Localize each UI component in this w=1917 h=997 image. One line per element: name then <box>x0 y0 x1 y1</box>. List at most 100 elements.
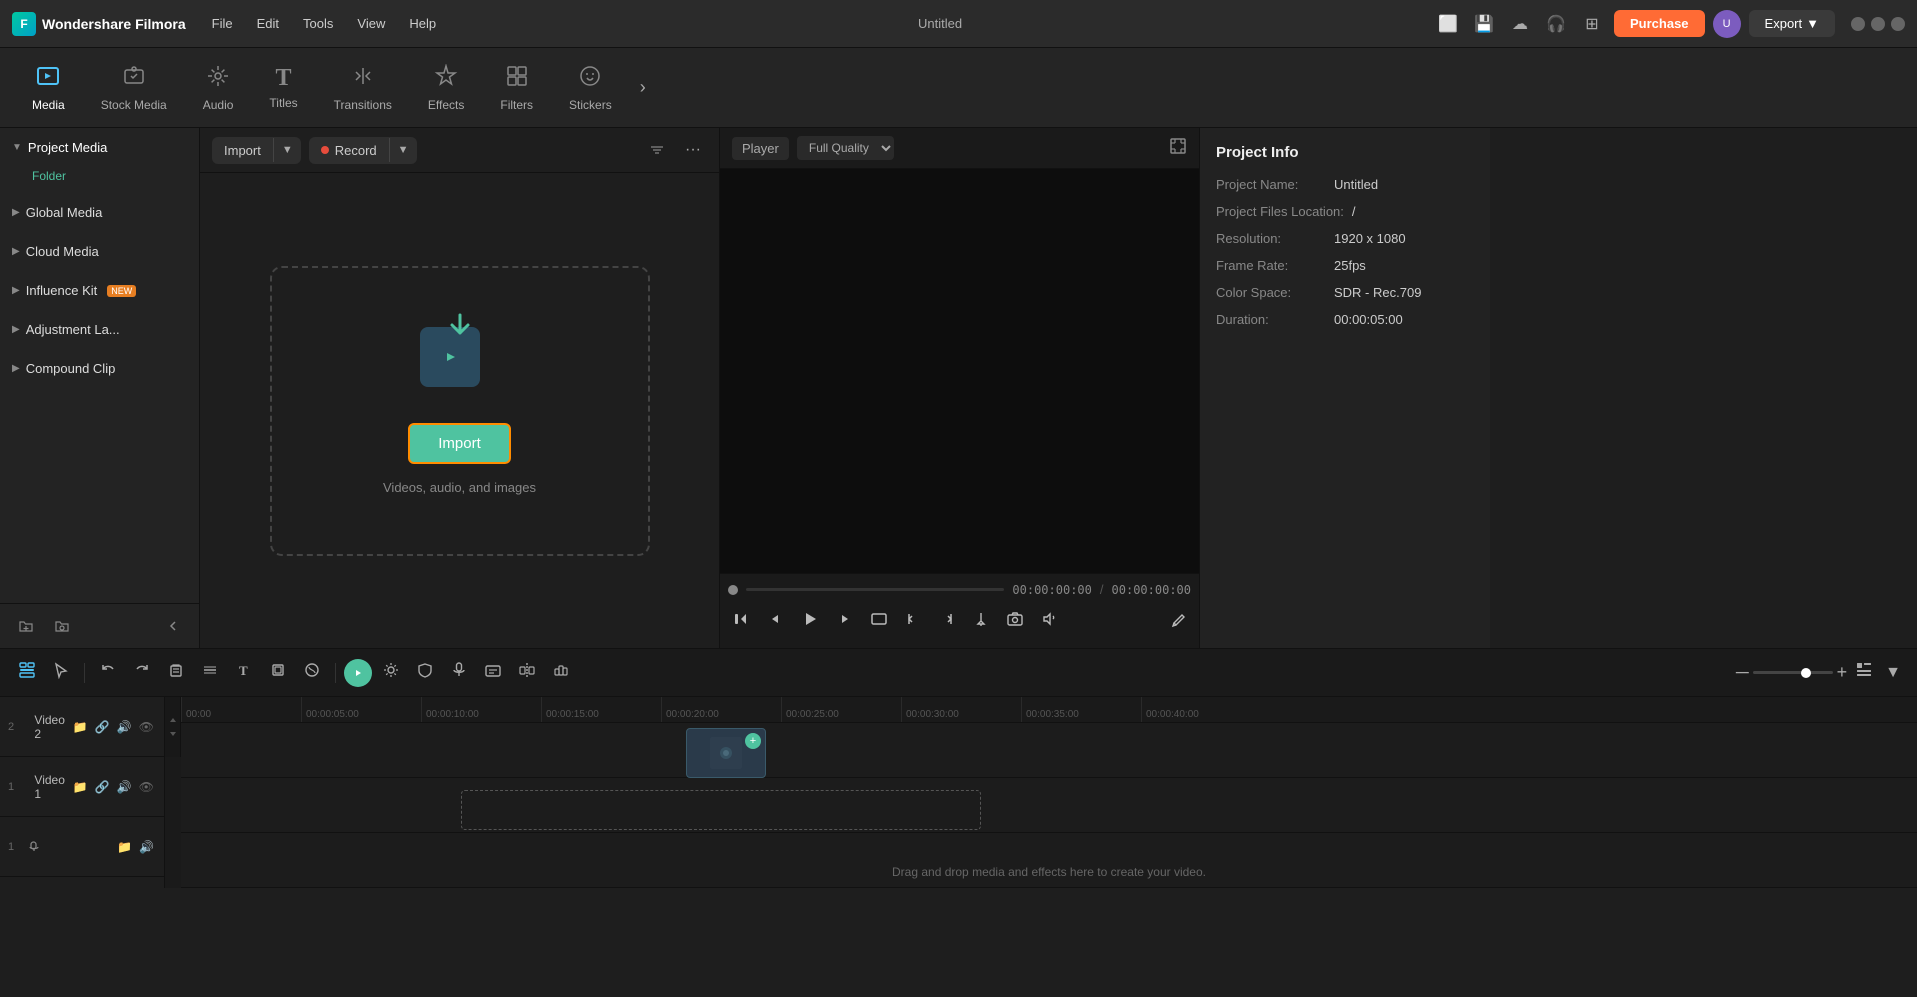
collapse-panel-icon[interactable] <box>159 612 187 640</box>
tab-effects[interactable]: Effects <box>412 56 480 120</box>
undo-button[interactable] <box>93 657 123 688</box>
menu-help[interactable]: Help <box>399 12 446 35</box>
info-row-framerate: Frame Rate: 25fps <box>1216 258 1474 273</box>
menu-file[interactable]: File <box>202 12 243 35</box>
more-tabs-button[interactable]: › <box>636 73 650 102</box>
save-icon[interactable]: 💾 <box>1470 10 1498 38</box>
filter-sort-icon[interactable] <box>643 136 671 164</box>
progress-thumb[interactable] <box>728 585 738 595</box>
track-a1-volume[interactable]: 🔊 <box>137 838 156 856</box>
effects-icon <box>434 64 458 94</box>
zoom-out-button[interactable]: ─ <box>1736 662 1749 683</box>
expand-button[interactable]: ▼ <box>1881 660 1905 686</box>
track-v2-volume[interactable]: 🔊 <box>115 718 134 736</box>
ruler-mark-2: 00:00:10:00 <box>421 697 541 722</box>
tab-stock-media[interactable]: Stock Media <box>85 56 183 120</box>
clip-protect-button[interactable] <box>410 657 440 688</box>
adjustment-layer-header[interactable]: ▶ Adjustment La... <box>0 314 199 345</box>
dragging-clip[interactable]: + <box>686 728 766 778</box>
close-button[interactable] <box>1891 17 1905 31</box>
extra-tools-button[interactable] <box>1165 606 1191 637</box>
record-button[interactable]: Record <box>309 137 389 164</box>
stabilize-button[interactable] <box>546 657 576 688</box>
tab-media[interactable]: Media <box>16 56 81 120</box>
import-button[interactable]: Import <box>212 137 273 164</box>
purchase-button[interactable]: Purchase <box>1614 10 1705 37</box>
menu-tools[interactable]: Tools <box>293 12 343 35</box>
track-v1-link[interactable]: 🔗 <box>93 778 112 796</box>
zoom-in-button[interactable]: + <box>1837 662 1848 683</box>
headset-icon[interactable]: 🎧 <box>1542 10 1570 38</box>
monitor-icon[interactable]: ⬜ <box>1434 10 1462 38</box>
cut-button[interactable] <box>195 657 225 688</box>
tab-stickers[interactable]: Stickers <box>553 56 628 120</box>
track-num-a1: 1 <box>8 841 22 853</box>
rewind-button[interactable] <box>728 606 754 637</box>
subtitles-button[interactable] <box>478 657 508 688</box>
fit-screen-button[interactable] <box>866 606 892 637</box>
export-button[interactable]: Export ▼ <box>1749 10 1835 37</box>
folder-item[interactable]: Folder <box>0 163 199 189</box>
redo-button[interactable] <box>127 657 157 688</box>
avatar[interactable]: U <box>1713 10 1741 38</box>
add-folder-icon[interactable] <box>12 612 40 640</box>
crop-button[interactable] <box>263 657 293 688</box>
select-tool-button[interactable] <box>12 657 42 688</box>
quality-selector[interactable]: Full Quality 1/2 Quality 1/4 Quality <box>797 136 894 160</box>
compound-clip-header[interactable]: ▶ Compound Clip <box>0 353 199 384</box>
drop-zone[interactable]: Import Videos, audio, and images <box>270 266 650 556</box>
split-button[interactable] <box>512 657 542 688</box>
step-forward-button[interactable] <box>832 606 858 637</box>
influence-kit-header[interactable]: ▶ Influence Kit NEW <box>0 275 199 306</box>
ripple-edit-button[interactable] <box>297 657 327 688</box>
stickers-icon <box>578 64 602 94</box>
mark-in-button[interactable] <box>900 606 926 637</box>
folder-link-icon[interactable] <box>48 612 76 640</box>
menu-edit[interactable]: Edit <box>247 12 289 35</box>
tab-filters[interactable]: Filters <box>484 56 549 120</box>
more-options-icon[interactable]: ··· <box>679 136 707 164</box>
mark-out-button[interactable] <box>934 606 960 637</box>
zoom-slider[interactable] <box>1753 671 1833 674</box>
progress-track[interactable] <box>746 588 1004 591</box>
maximize-button[interactable] <box>1871 17 1885 31</box>
play-button[interactable] <box>796 605 824 638</box>
markers-button[interactable] <box>968 606 994 637</box>
project-media-header[interactable]: ▼ Project Media <box>0 132 199 163</box>
global-media-header[interactable]: ▶ Global Media <box>0 197 199 228</box>
cloud-media-header[interactable]: ▶ Cloud Media <box>0 236 199 267</box>
tab-audio[interactable]: Audio <box>187 56 250 120</box>
minimize-button[interactable] <box>1851 17 1865 31</box>
fullscreen-icon[interactable] <box>1169 137 1187 160</box>
speed-tool-button[interactable] <box>344 659 372 687</box>
import-main-button[interactable]: Import <box>408 423 511 464</box>
track-v2-eye[interactable]: 👁 <box>137 718 156 736</box>
record-dropdown-arrow[interactable]: ▼ <box>389 138 417 162</box>
track-v1-volume[interactable]: 🔊 <box>115 778 134 796</box>
track-v1-eye[interactable]: 👁 <box>137 778 156 796</box>
tab-transitions[interactable]: Transitions <box>318 56 408 120</box>
microphone-button[interactable] <box>444 657 474 688</box>
timeline-toolbar: T <box>0 649 1917 697</box>
snapshot-button[interactable] <box>1002 606 1028 637</box>
settings-gear-button[interactable] <box>376 657 406 688</box>
volume-button[interactable] <box>1036 606 1062 637</box>
step-back-button[interactable] <box>762 606 788 637</box>
delete-button[interactable] <box>161 657 191 688</box>
track-v2-link[interactable]: 🔗 <box>93 718 112 736</box>
collapse-handle[interactable] <box>165 697 181 757</box>
menu-view[interactable]: View <box>347 12 395 35</box>
import-dropdown-arrow[interactable]: ▼ <box>273 138 301 162</box>
track-a1-folder[interactable]: 📁 <box>115 838 134 856</box>
track-v1-folder[interactable]: 📁 <box>71 778 90 796</box>
track-v2-folder[interactable]: 📁 <box>71 718 90 736</box>
grid-view-button[interactable] <box>1851 657 1877 688</box>
tab-titles[interactable]: T Titles <box>253 57 313 118</box>
ruler-mark-3: 00:00:15:00 <box>541 697 661 722</box>
cursor-tool-button[interactable] <box>46 657 76 688</box>
cloud-icon[interactable]: ☁ <box>1506 10 1534 38</box>
tab-audio-label: Audio <box>203 98 234 112</box>
layout-icon[interactable]: ⊞ <box>1578 10 1606 38</box>
influence-kit-label: Influence Kit <box>26 283 98 298</box>
text-tool-button[interactable]: T <box>229 657 259 688</box>
